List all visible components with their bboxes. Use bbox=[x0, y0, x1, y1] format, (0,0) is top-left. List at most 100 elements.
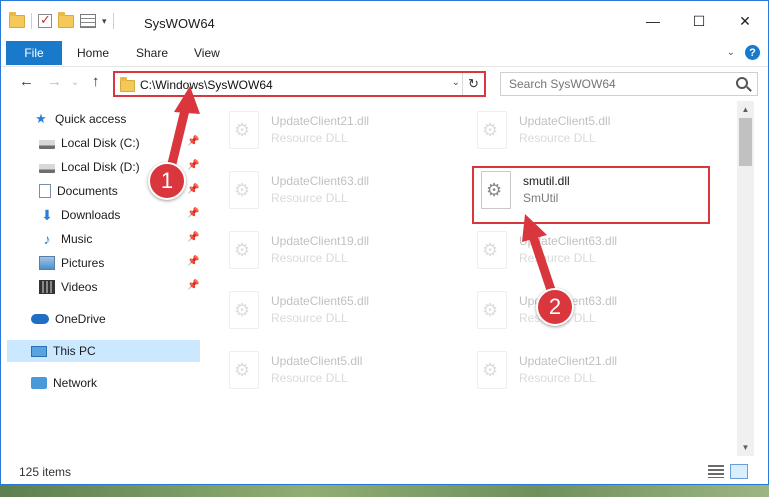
hard-drive-icon bbox=[39, 163, 55, 173]
dll-file-icon bbox=[229, 171, 259, 209]
maximize-button[interactable]: ☐ bbox=[676, 1, 722, 41]
computer-icon bbox=[31, 345, 47, 357]
recent-locations-chevron-icon[interactable]: ⌄ bbox=[71, 77, 79, 88]
folder-icon bbox=[9, 11, 25, 28]
file-item[interactable]: UpdateClient65.dll Resource DLL bbox=[221, 285, 453, 335]
properties-icon[interactable] bbox=[80, 14, 96, 28]
window-title: SysWOW64 bbox=[144, 16, 215, 31]
close-button[interactable]: ✕ bbox=[722, 1, 768, 41]
window-controls: — ☐ ✕ bbox=[630, 1, 768, 41]
sidebar-item-local-disk-c[interactable]: Local Disk (C:) 📌 bbox=[39, 132, 201, 154]
file-list: UpdateClient21.dll Resource DLL UpdateCl… bbox=[213, 101, 737, 456]
sidebar-item-label: Music bbox=[61, 232, 93, 246]
sidebar-item-label: Local Disk (D:) bbox=[61, 160, 140, 174]
file-type: Resource DLL bbox=[519, 131, 596, 145]
toolbar-divider bbox=[31, 13, 32, 29]
file-name: UpdateClient63.dll bbox=[271, 174, 370, 188]
file-item[interactable]: UpdateClient19.dll Resource DLL bbox=[221, 225, 453, 275]
dll-file-icon bbox=[229, 351, 259, 389]
music-note-icon: ♪ bbox=[43, 231, 51, 247]
file-name: UpdateClient63.dll bbox=[519, 234, 618, 248]
sidebar-item-label: Quick access bbox=[55, 112, 127, 126]
customize-toolbar-dropdown-icon[interactable]: ▾ bbox=[102, 16, 107, 27]
tab-file[interactable]: File bbox=[6, 41, 62, 65]
search-icon[interactable] bbox=[736, 77, 748, 89]
file-item[interactable]: UpdateClient63.dll Resource DLL bbox=[469, 225, 701, 275]
address-path[interactable]: C:\Windows\SysWOW64 bbox=[140, 78, 273, 92]
sidebar-item-this-pc[interactable]: This PC bbox=[7, 340, 200, 362]
scroll-thumb[interactable] bbox=[739, 118, 752, 166]
large-icons-view-icon[interactable] bbox=[730, 464, 748, 479]
dll-file-icon bbox=[229, 111, 259, 149]
vertical-scrollbar[interactable]: ▲ ▼ bbox=[737, 101, 754, 456]
sidebar-item-label: Downloads bbox=[61, 208, 121, 222]
up-arrow-icon[interactable]: ↑ bbox=[92, 73, 100, 90]
file-item[interactable]: UpdateClient21.dll Resource DLL bbox=[221, 105, 453, 155]
new-folder-icon[interactable] bbox=[58, 11, 74, 28]
sidebar-item-pictures[interactable]: Pictures 📌 bbox=[39, 252, 201, 274]
file-name: UpdateClient21.dll bbox=[271, 114, 370, 128]
back-arrow-icon[interactable]: ← bbox=[19, 73, 34, 90]
sidebar-item-onedrive[interactable]: OneDrive bbox=[31, 308, 201, 330]
pin-icon[interactable]: 📌 bbox=[187, 136, 199, 147]
desktop-background bbox=[0, 485, 769, 497]
sidebar-item-quick-access[interactable]: ★ Quick access bbox=[33, 108, 233, 130]
step-badge-1: 1 bbox=[148, 162, 186, 200]
scroll-up-arrow-icon[interactable]: ▲ bbox=[737, 101, 754, 118]
sidebar-item-network[interactable]: Network bbox=[31, 372, 201, 394]
download-arrow-icon: ⬇ bbox=[41, 207, 53, 223]
quick-access-toolbar: ▾ bbox=[9, 11, 114, 29]
search-input[interactable] bbox=[500, 72, 758, 96]
title-bar: ▾ SysWOW64 — ☐ ✕ bbox=[1, 1, 768, 41]
sidebar-item-music[interactable]: ♪ Music 📌 bbox=[39, 228, 201, 250]
folder-icon bbox=[120, 77, 135, 92]
address-dropdown-icon[interactable]: ⌄ bbox=[452, 77, 460, 88]
pin-icon[interactable]: 📌 bbox=[187, 160, 199, 171]
minimize-button[interactable]: — bbox=[630, 1, 676, 41]
pin-icon[interactable]: 📌 bbox=[187, 184, 199, 195]
file-item[interactable]: UpdateClient63.dll Resource DLL bbox=[221, 165, 453, 215]
details-view-icon[interactable] bbox=[708, 465, 724, 478]
file-type: Resource DLL bbox=[271, 371, 348, 385]
properties-check-icon[interactable] bbox=[38, 12, 52, 28]
hard-drive-icon bbox=[39, 139, 55, 149]
pin-icon[interactable]: 📌 bbox=[187, 208, 199, 219]
pin-icon[interactable]: 📌 bbox=[187, 256, 199, 267]
file-type: Resource DLL bbox=[271, 191, 348, 205]
expand-ribbon-chevron-icon[interactable]: ⌄ bbox=[727, 47, 735, 58]
file-item[interactable]: UpdateClient21.dll Resource DLL bbox=[469, 345, 701, 395]
file-item[interactable]: UpdateClient5.dll Resource DLL bbox=[469, 105, 701, 155]
sidebar-item-videos[interactable]: Videos 📌 bbox=[39, 276, 201, 298]
file-item[interactable]: UpdateClient5.dll Resource DLL bbox=[221, 345, 453, 395]
file-name: UpdateClient19.dll bbox=[271, 234, 370, 248]
dll-file-icon bbox=[477, 111, 507, 149]
file-type: Resource DLL bbox=[271, 251, 348, 265]
sidebar-item-downloads[interactable]: ⬇ Downloads 📌 bbox=[39, 204, 201, 226]
dll-file-icon bbox=[477, 291, 507, 329]
tab-home[interactable]: Home bbox=[77, 46, 109, 60]
file-type: Resource DLL bbox=[519, 371, 596, 385]
scroll-down-arrow-icon[interactable]: ▼ bbox=[737, 439, 754, 456]
tab-share[interactable]: Share bbox=[136, 46, 168, 60]
item-count: 125 items bbox=[19, 465, 72, 479]
network-icon bbox=[31, 377, 47, 389]
dll-file-icon bbox=[229, 291, 259, 329]
star-icon: ★ bbox=[35, 111, 47, 126]
sidebar-item-label: This PC bbox=[53, 344, 96, 358]
dll-file-icon bbox=[477, 231, 507, 269]
explorer-window: ▾ SysWOW64 — ☐ ✕ File Home Share View ⌄ … bbox=[0, 0, 769, 485]
file-item[interactable]: UpdateClient63.dll Resource DLL bbox=[469, 285, 701, 335]
file-type: Resource DLL bbox=[271, 131, 348, 145]
file-name: UpdateClient5.dll bbox=[271, 354, 363, 368]
address-bar[interactable]: C:\Windows\SysWOW64 ⌄ ↻ bbox=[113, 71, 486, 97]
pin-icon[interactable]: 📌 bbox=[187, 280, 199, 291]
navigation-bar: ← → ⌄ ↑ C:\Windows\SysWOW64 ⌄ ↻ bbox=[1, 67, 768, 101]
sidebar-item-label: Network bbox=[53, 376, 98, 390]
pin-icon[interactable]: 📌 bbox=[187, 232, 199, 243]
help-icon[interactable]: ? bbox=[745, 45, 760, 60]
forward-arrow-icon[interactable]: → bbox=[47, 73, 62, 90]
ribbon-right-controls: ⌄ ? bbox=[727, 45, 760, 60]
file-type: Resource DLL bbox=[519, 251, 596, 265]
refresh-icon[interactable]: ↻ bbox=[462, 73, 484, 95]
tab-view[interactable]: View bbox=[194, 46, 220, 60]
